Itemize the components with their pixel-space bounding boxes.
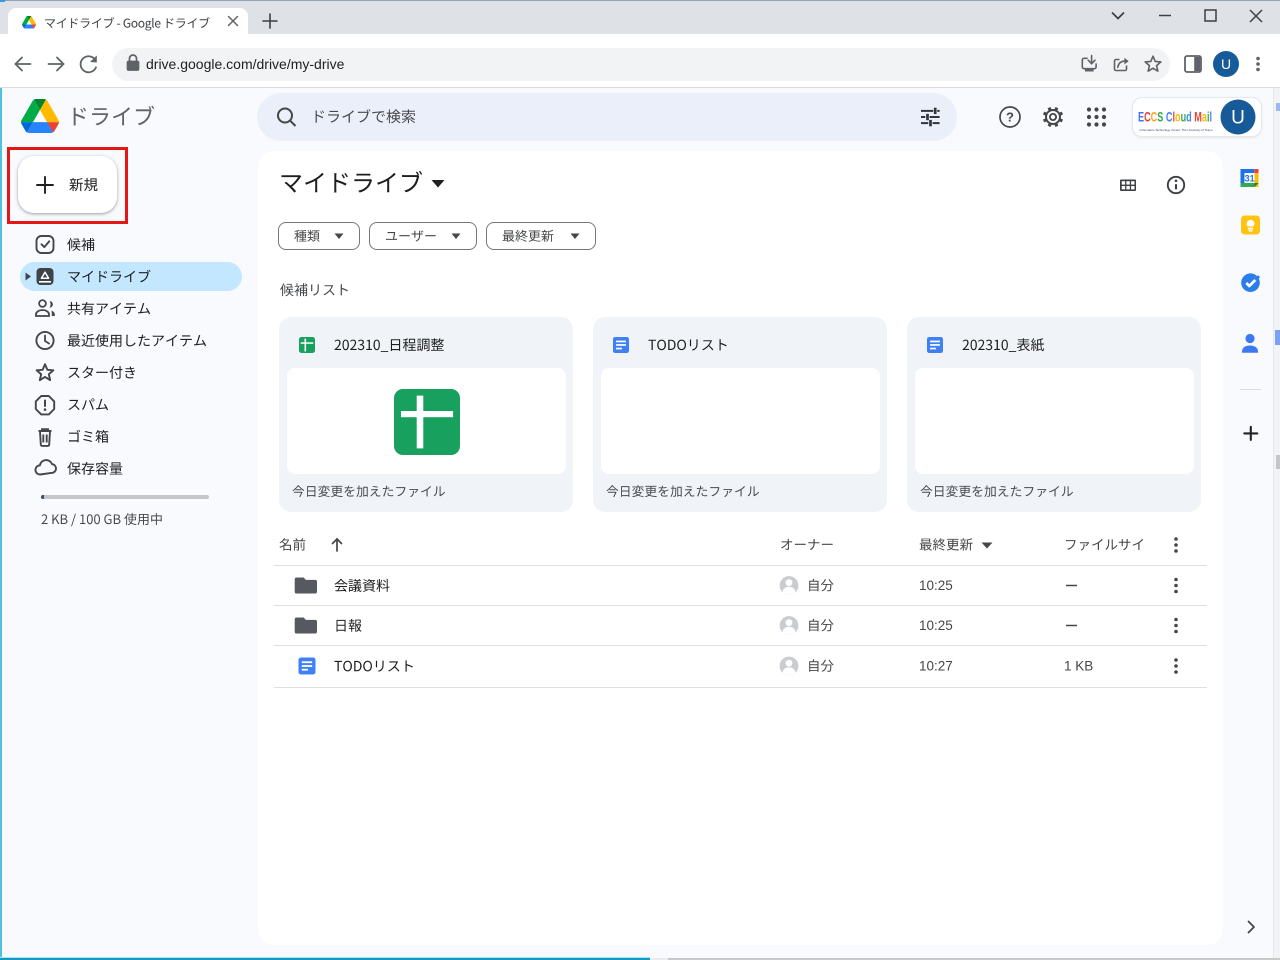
svg-text:?: ? xyxy=(1006,110,1014,125)
svg-text:U: U xyxy=(1221,56,1231,72)
svg-text:S: S xyxy=(1157,111,1163,125)
svg-text:E: E xyxy=(1138,111,1144,125)
svg-text:M: M xyxy=(1194,111,1202,125)
svg-text:C: C xyxy=(1151,111,1158,125)
svg-text:1 KB: 1 KB xyxy=(1064,659,1093,674)
svg-text:10:27: 10:27 xyxy=(919,659,953,674)
svg-text:C: C xyxy=(1166,111,1173,125)
svg-text:U: U xyxy=(1231,108,1245,129)
svg-text:d: d xyxy=(1186,111,1192,125)
svg-text:10:25: 10:25 xyxy=(919,578,953,593)
svg-text:o: o xyxy=(1175,111,1181,125)
svg-text:10:25: 10:25 xyxy=(919,618,953,633)
svg-text:C: C xyxy=(1144,111,1151,125)
svg-text:31: 31 xyxy=(1245,173,1255,183)
svg-text:drive.google.com/drive/my-driv: drive.google.com/drive/my-drive xyxy=(146,56,345,72)
svg-text:l: l xyxy=(1209,111,1212,125)
svg-text:Information Technology Center,: Information Technology Center, The Unive… xyxy=(1140,128,1213,132)
svg-text:u: u xyxy=(1181,111,1187,125)
